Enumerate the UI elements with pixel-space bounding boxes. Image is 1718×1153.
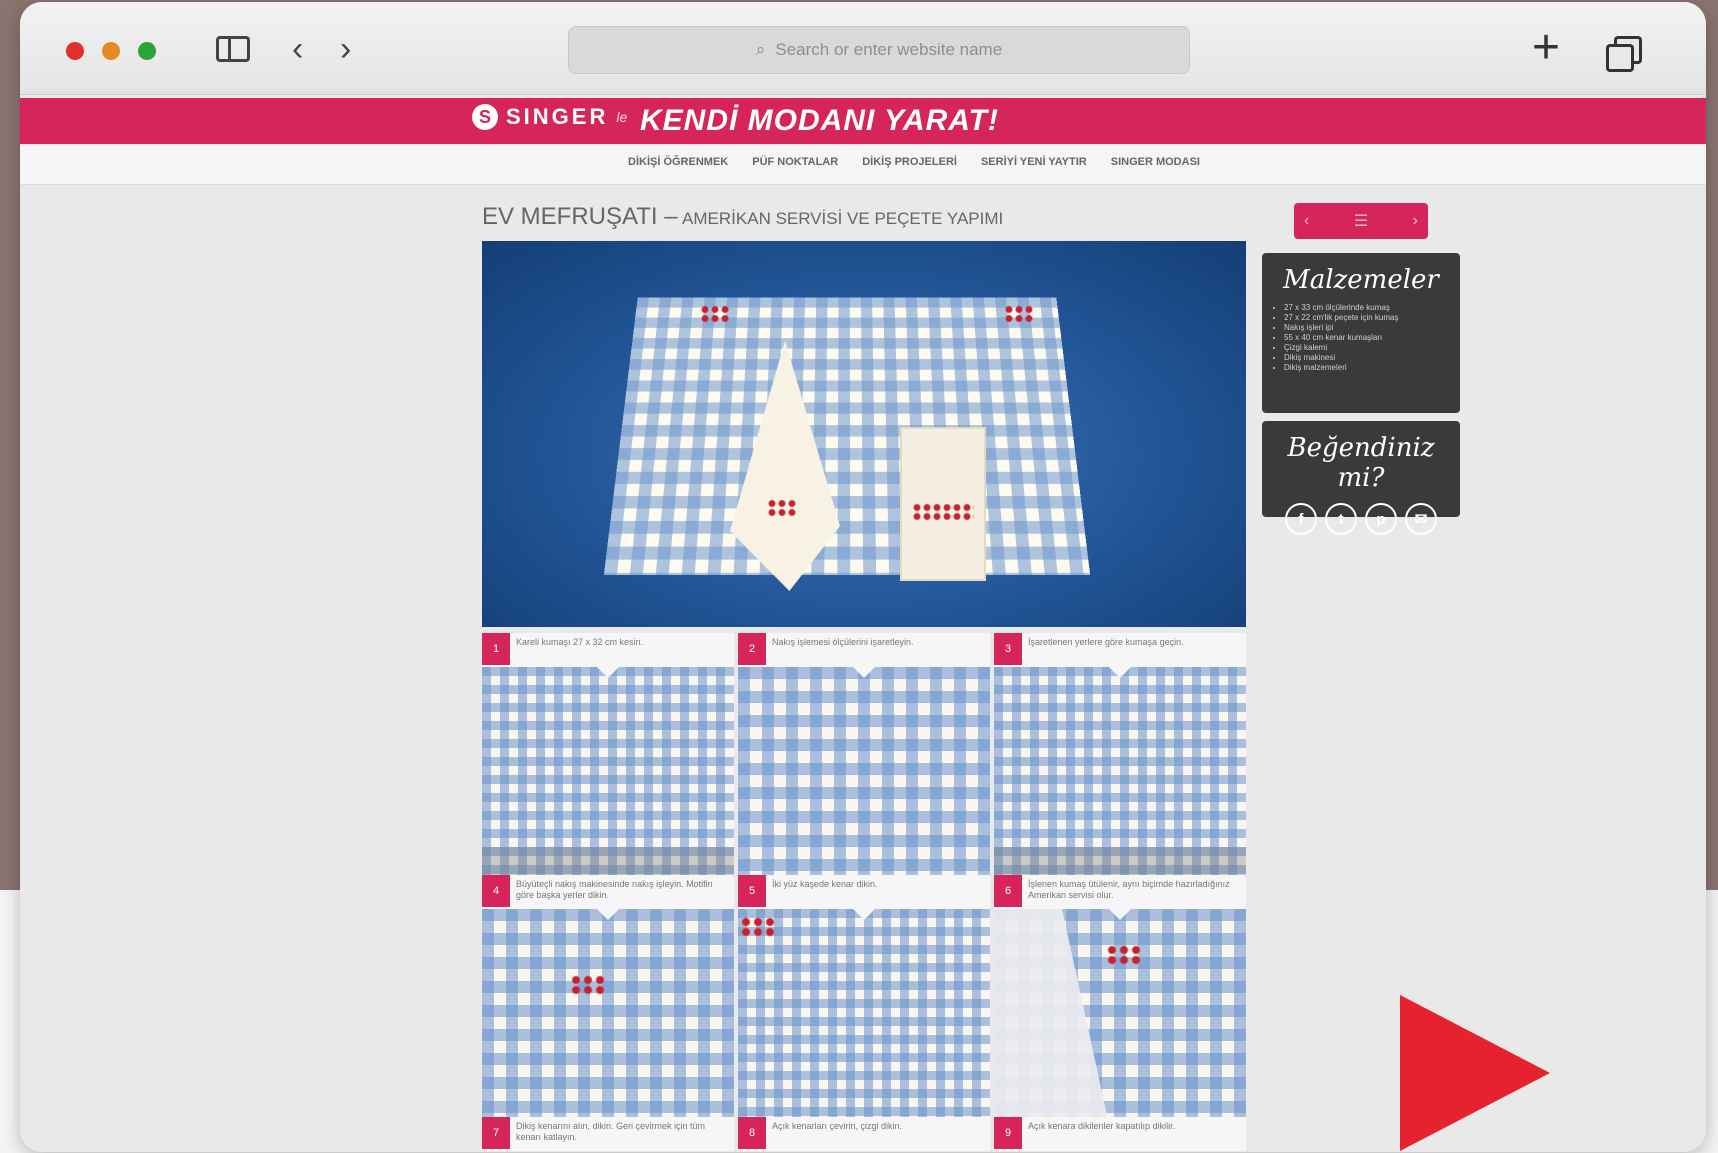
step-number: 2 xyxy=(738,633,766,665)
hero-image xyxy=(482,241,1246,627)
step-caption: 8 Açık kenarları çevirin, çizgi dikin. xyxy=(738,1117,990,1151)
step-text: Kareli kumaşı 27 x 32 cm kesin. xyxy=(516,637,644,647)
step-number: 6 xyxy=(994,875,1022,907)
step-photo[interactable] xyxy=(482,667,734,875)
email-icon[interactable]: ✉ xyxy=(1405,503,1437,535)
step-text: Büyüteçli nakış makinesinde nakış işleyi… xyxy=(516,879,713,900)
logo-text: SINGER xyxy=(506,104,609,129)
step-number: 7 xyxy=(482,1117,510,1149)
materials-item: Çizgi kalemi xyxy=(1284,343,1450,353)
subnav-item[interactable]: SINGER MODASI xyxy=(1111,156,1200,168)
address-placeholder: Search or enter website name xyxy=(775,40,1003,59)
tab-overview-icon[interactable] xyxy=(1606,36,1642,72)
materials-item: 55 x 40 cm kenar kumaşları xyxy=(1284,333,1450,343)
step-card: 4 Büyüteçli nakış makinesinde nakış işle… xyxy=(482,875,734,1117)
forward-button[interactable]: › xyxy=(340,32,351,66)
step-card: 2 Nakış işlemesi ölçülerini işaretleyin. xyxy=(738,633,990,875)
close-window-button[interactable] xyxy=(66,42,84,60)
browser-toolbar: ‹ › ⌕ Search or enter website name + xyxy=(20,2,1706,95)
step-number: 8 xyxy=(738,1117,766,1149)
step-photo[interactable] xyxy=(738,667,990,875)
share-title: Beğendiniz mi? xyxy=(1287,433,1435,493)
step-caption: 1 Kareli kumaşı 27 x 32 cm kesin. xyxy=(482,633,734,667)
step-photo[interactable] xyxy=(994,667,1246,875)
page-title-sub: AMERİKAN SERVİSİ VE PEÇETE YAPIMI xyxy=(682,209,1004,228)
new-tab-button[interactable]: + xyxy=(1532,24,1560,72)
placemat-image xyxy=(603,297,1091,576)
step-caption: 6 İşlenen kumaş ütülenir, aynı biçimde h… xyxy=(994,875,1246,909)
browser-window: ‹ › ⌕ Search or enter website name + S S… xyxy=(20,2,1706,1152)
step-number: 1 xyxy=(482,633,510,665)
subnav-item[interactable]: SERİYİ YENİ YAYTIR xyxy=(981,156,1087,168)
step-number: 3 xyxy=(994,633,1022,665)
page-title: EV MEFRUŞATI – AMERİKAN SERVİSİ VE PEÇET… xyxy=(482,203,1003,231)
materials-item: 27 x 22 cm'lik peçete için kumaş xyxy=(1284,313,1450,323)
step-caption: 7 Dikiş kenarını alın, dikin. Geri çevir… xyxy=(482,1117,734,1151)
step-card: 9 Açık kenara dikilenler kapatılıp dikil… xyxy=(994,1117,1246,1151)
step-photo[interactable] xyxy=(738,909,990,1117)
materials-item: Nakış işleri ipi xyxy=(1284,323,1450,333)
step-number: 9 xyxy=(994,1117,1022,1149)
step-text: Açık kenarları çevirin, çizgi dikin. xyxy=(772,1121,903,1131)
step-caption: 5 İki yüz kaşede kenar dikin. xyxy=(738,875,990,909)
singer-logo[interactable]: S SINGER le xyxy=(472,104,627,130)
embroidery-motif xyxy=(1004,305,1034,323)
embroidery-motif xyxy=(700,305,730,323)
page-title-main: EV MEFRUŞATI – xyxy=(482,203,678,230)
site-slogan: KENDİ MODANI YARAT! xyxy=(640,104,999,137)
pinterest-icon[interactable]: p xyxy=(1365,503,1397,535)
menu-icon[interactable]: ☰ xyxy=(1354,211,1368,231)
subnav-item[interactable]: DİKİŞİ ÖĞRENMEK xyxy=(628,156,728,168)
step-photo[interactable] xyxy=(482,909,734,1117)
address-bar[interactable]: ⌕ Search or enter website name xyxy=(568,26,1190,74)
step-caption: 3 İşaretlenen yerlere göre kumaşa geçin. xyxy=(994,633,1246,667)
subnav-item[interactable]: DİKİŞ PROJELERİ xyxy=(862,156,957,168)
site-subnav: DİKİŞİ ÖĞRENMEK PÜF NOKTALAR DİKİŞ PROJE… xyxy=(20,146,1706,185)
step-card: 3 İşaretlenen yerlere göre kumaşa geçin. xyxy=(994,633,1246,875)
step-number: 4 xyxy=(482,875,510,907)
facebook-icon[interactable]: f xyxy=(1285,503,1317,535)
play-icon[interactable] xyxy=(1400,995,1550,1151)
subnav-item[interactable]: PÜF NOKTALAR xyxy=(752,156,838,168)
materials-item: 27 x 33 cm ölçülerinde kumaş xyxy=(1284,303,1450,313)
embroidery-motif xyxy=(912,503,974,521)
site-header-banner: S SINGER le KENDİ MODANI YARAT! xyxy=(20,98,1706,144)
step-card: 6 İşlenen kumaş ütülenir, aynı biçimde h… xyxy=(994,875,1246,1117)
materials-panel: Malzemeler 27 x 33 cm ölçülerinde kumaş … xyxy=(1262,253,1460,413)
step-number: 5 xyxy=(738,875,766,907)
step-text: Dikiş kenarını alın, dikin. Geri çevirme… xyxy=(516,1121,706,1142)
step-card: 8 Açık kenarları çevirin, çizgi dikin. xyxy=(738,1117,990,1151)
materials-item: Dikiş malzemeleri xyxy=(1284,363,1450,373)
share-panel: Beğendiniz mi? f t p ✉ xyxy=(1262,421,1460,535)
step-text: İki yüz kaşede kenar dikin. xyxy=(772,879,878,889)
twitter-icon[interactable]: t xyxy=(1325,503,1357,535)
sidebar-toggle-icon[interactable] xyxy=(216,36,250,62)
step-card: 7 Dikiş kenarını alın, dikin. Geri çevir… xyxy=(482,1117,734,1151)
materials-title: Malzemeler xyxy=(1283,265,1439,295)
step-caption: 2 Nakış işlemesi ölçülerini işaretleyin. xyxy=(738,633,990,667)
step-text: İşaretlenen yerlere göre kumaşa geçin. xyxy=(1028,637,1184,647)
step-caption: 4 Büyüteçli nakış makinesinde nakış işle… xyxy=(482,875,734,909)
step-card: 5 İki yüz kaşede kenar dikin. xyxy=(738,875,990,1117)
logo-tail: le xyxy=(616,109,628,125)
singer-logo-icon: S xyxy=(472,104,498,130)
gallery-nav: ‹ ☰ › xyxy=(1294,203,1428,239)
zoom-window-button[interactable] xyxy=(138,42,156,60)
step-caption: 9 Açık kenara dikilenler kapatılıp dikil… xyxy=(994,1117,1246,1151)
embroidery-motif xyxy=(767,499,797,517)
next-arrow-icon[interactable]: › xyxy=(1413,212,1418,230)
prev-arrow-icon[interactable]: ‹ xyxy=(1304,212,1309,230)
step-text: Açık kenara dikilenler kapatılıp dikilir… xyxy=(1028,1121,1176,1131)
step-text: İşlenen kumaş ütülenir, aynı biçimde haz… xyxy=(1028,879,1230,900)
materials-item: Dikiş makinesi xyxy=(1284,353,1450,363)
search-icon: ⌕ xyxy=(755,40,766,59)
step-grid: 1 Kareli kumaşı 27 x 32 cm kesin. 2 Nakı… xyxy=(482,633,1246,1151)
step-card: 1 Kareli kumaşı 27 x 32 cm kesin. xyxy=(482,633,734,875)
materials-list: 27 x 33 cm ölçülerinde kumaş 27 x 22 cm'… xyxy=(1262,303,1460,373)
minimize-window-button[interactable] xyxy=(102,42,120,60)
back-button[interactable]: ‹ xyxy=(292,32,303,66)
step-text: Nakış işlemesi ölçülerini işaretleyin. xyxy=(772,637,914,647)
step-photo[interactable] xyxy=(994,909,1246,1117)
